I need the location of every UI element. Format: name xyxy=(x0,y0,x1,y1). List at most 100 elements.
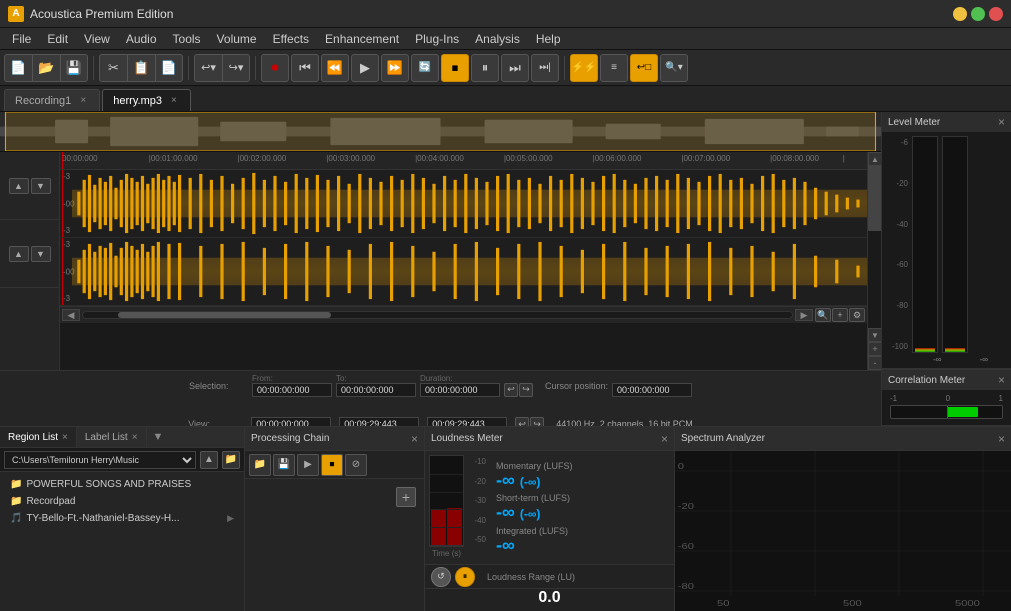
horizontal-scroll-bar[interactable]: ◀ ▶ 🔍 + ⚙ xyxy=(60,307,867,323)
scroll-up-button[interactable]: ▲ xyxy=(868,152,881,166)
selection-next-button[interactable]: ↪ xyxy=(519,383,533,397)
new-button[interactable]: 📄 xyxy=(4,54,32,82)
level-right-label: -∞ xyxy=(980,355,988,364)
minimize-button[interactable]: _ xyxy=(953,7,967,21)
menu-analysis[interactable]: Analysis xyxy=(467,30,528,48)
undo-button[interactable]: ↩▾ xyxy=(194,54,222,82)
menu-edit[interactable]: Edit xyxy=(39,30,76,48)
duration-value[interactable]: 00:00:00:000 xyxy=(420,383,500,397)
path-folder-button[interactable]: 📁 xyxy=(222,451,240,469)
waveform-main[interactable]: 00:00:000 |00:01:00.000 |00:02:00.000 |0… xyxy=(60,152,867,370)
waveform-track-1[interactable]: -3 -00 -3 xyxy=(60,170,867,238)
loudness-close[interactable]: × xyxy=(661,432,668,446)
correlation-meter-close[interactable]: × xyxy=(998,373,1005,387)
fast-forward-button[interactable]: ⏩ xyxy=(381,54,409,82)
track1-down-button[interactable]: ▼ xyxy=(31,178,51,194)
view-from[interactable]: 00:00:00:000 xyxy=(251,417,331,426)
panel-tab-dropdown[interactable]: ▼ xyxy=(147,427,170,447)
waveform-track-2[interactable]: -3 -00 -3 xyxy=(60,238,867,306)
processing-chain-close[interactable]: × xyxy=(411,432,418,446)
list-item-recordpad[interactable]: 📁 Recordpad xyxy=(4,493,240,510)
copy-button[interactable]: 📋 xyxy=(127,54,155,82)
proc-play-button[interactable]: ▶ xyxy=(297,454,319,476)
label-list-close[interactable]: × xyxy=(132,432,138,443)
from-value[interactable]: 00:00:00:000 xyxy=(252,383,332,397)
waveform-overview[interactable] xyxy=(0,112,881,152)
list-item-songs[interactable]: 📁 POWERFUL SONGS AND PRAISES xyxy=(4,476,240,493)
loop2-button[interactable]: ≡ xyxy=(600,54,628,82)
zoom-search-button[interactable]: 🔍▾ xyxy=(660,54,688,82)
list-item-ty-bello[interactable]: 🎵 TY-Bello-Ft.-Nathaniel-Bassey-H... ▶ xyxy=(4,510,240,527)
stop-button[interactable]: ⏹ xyxy=(441,54,469,82)
scroll-thumb[interactable] xyxy=(118,312,331,318)
pause-button[interactable]: ⏸ xyxy=(471,54,499,82)
play-button[interactable]: ▶ xyxy=(351,54,379,82)
integrated-reading: Integrated (LUFS) -∞ xyxy=(496,526,666,554)
rewind-button[interactable]: ⏪ xyxy=(321,54,349,82)
save-button[interactable]: 💾 xyxy=(60,54,88,82)
proc-open-button[interactable]: 📁 xyxy=(249,454,271,476)
proc-bypass-button[interactable]: ⊘ xyxy=(345,454,367,476)
menu-file[interactable]: File xyxy=(4,30,39,48)
maximize-button[interactable]: □ xyxy=(971,7,985,21)
level-meter-close[interactable]: × xyxy=(998,115,1005,129)
goto-start-button[interactable]: ⏮ xyxy=(291,54,319,82)
goto-end-button[interactable]: ⏭| xyxy=(531,54,559,82)
menu-help[interactable]: Help xyxy=(528,30,569,48)
snap-button[interactable]: ⚡⚡ xyxy=(570,54,598,82)
close-button[interactable]: × xyxy=(989,7,1003,21)
scroll-thumb[interactable] xyxy=(868,166,881,231)
main-area: ▲ ▼ ▲ ▼ 00:00:000 |00:01:00.000 | xyxy=(0,112,1011,426)
zoom-in-vert-button[interactable]: + xyxy=(868,342,881,356)
proc-save-button[interactable]: 💾 xyxy=(273,454,295,476)
tab-herry-mp3[interactable]: herry.mp3 × xyxy=(102,89,191,111)
zoom-in-button[interactable]: + xyxy=(832,308,848,322)
zoom-out-vert-button[interactable]: - xyxy=(868,356,881,370)
menu-tools[interactable]: Tools xyxy=(165,30,209,48)
scroll-down-button[interactable]: ▼ xyxy=(868,328,881,342)
scroll-left-button[interactable]: ◀ xyxy=(62,309,80,321)
tab-herry-mp3-close[interactable]: × xyxy=(168,95,180,107)
zoom-tool-button[interactable]: ⚙ xyxy=(849,308,865,322)
file-play-button[interactable]: ▶ xyxy=(227,513,234,524)
view-prev-button[interactable]: ↩ xyxy=(515,417,529,426)
track1-waveform-svg xyxy=(72,170,867,237)
menu-plugins[interactable]: Plug-Ins xyxy=(407,30,467,48)
redo-button[interactable]: ↪▾ xyxy=(222,54,250,82)
tab-region-list[interactable]: Region List × xyxy=(0,427,77,447)
scroll-right-button[interactable]: ▶ xyxy=(795,309,813,321)
track2-down-button[interactable]: ▼ xyxy=(31,246,51,262)
loudness-loop-button[interactable]: ↺ xyxy=(431,567,451,587)
menu-view[interactable]: View xyxy=(76,30,118,48)
view-to[interactable]: 00:09:29:443 xyxy=(339,417,419,426)
menu-volume[interactable]: Volume xyxy=(209,30,265,48)
loudness-pause-button[interactable]: ⏸ xyxy=(455,567,475,587)
spectrum-close[interactable]: × xyxy=(998,432,1005,446)
path-up-button[interactable]: ▲ xyxy=(200,451,218,469)
menu-audio[interactable]: Audio xyxy=(118,30,165,48)
tab-recording1[interactable]: Recording1 × xyxy=(4,89,100,111)
view-duration[interactable]: 00:09:29:443 xyxy=(427,417,507,426)
paste-button[interactable]: 📄 xyxy=(155,54,183,82)
scrub-button[interactable]: ↩□ xyxy=(630,54,658,82)
selection-prev-button[interactable]: ↩ xyxy=(504,383,518,397)
record-button[interactable]: ⏺ xyxy=(261,54,289,82)
menu-enhancement[interactable]: Enhancement xyxy=(317,30,407,48)
open-button[interactable]: 📂 xyxy=(32,54,60,82)
next-button[interactable]: ⏭ xyxy=(501,54,529,82)
proc-stop-button[interactable]: ⏹ xyxy=(321,454,343,476)
menu-effects[interactable]: Effects xyxy=(265,30,317,48)
zoom-out-button[interactable]: 🔍 xyxy=(815,308,831,322)
svg-text:-60: -60 xyxy=(678,542,695,551)
cut-button[interactable]: ✂ xyxy=(99,54,127,82)
track1-up-button[interactable]: ▲ xyxy=(9,178,29,194)
track2-up-button[interactable]: ▲ xyxy=(9,246,29,262)
tab-label-list[interactable]: Label List × xyxy=(77,427,147,447)
loop-button[interactable]: 🔄 xyxy=(411,54,439,82)
tab-recording1-close[interactable]: × xyxy=(77,95,89,107)
to-value[interactable]: 00:00:00:000 xyxy=(336,383,416,397)
path-select[interactable]: C:\Users\Temilorun Herry\Music xyxy=(4,451,196,469)
view-next-button[interactable]: ↪ xyxy=(530,417,544,426)
proc-add-button[interactable]: + xyxy=(396,487,416,507)
region-list-close[interactable]: × xyxy=(62,432,68,443)
